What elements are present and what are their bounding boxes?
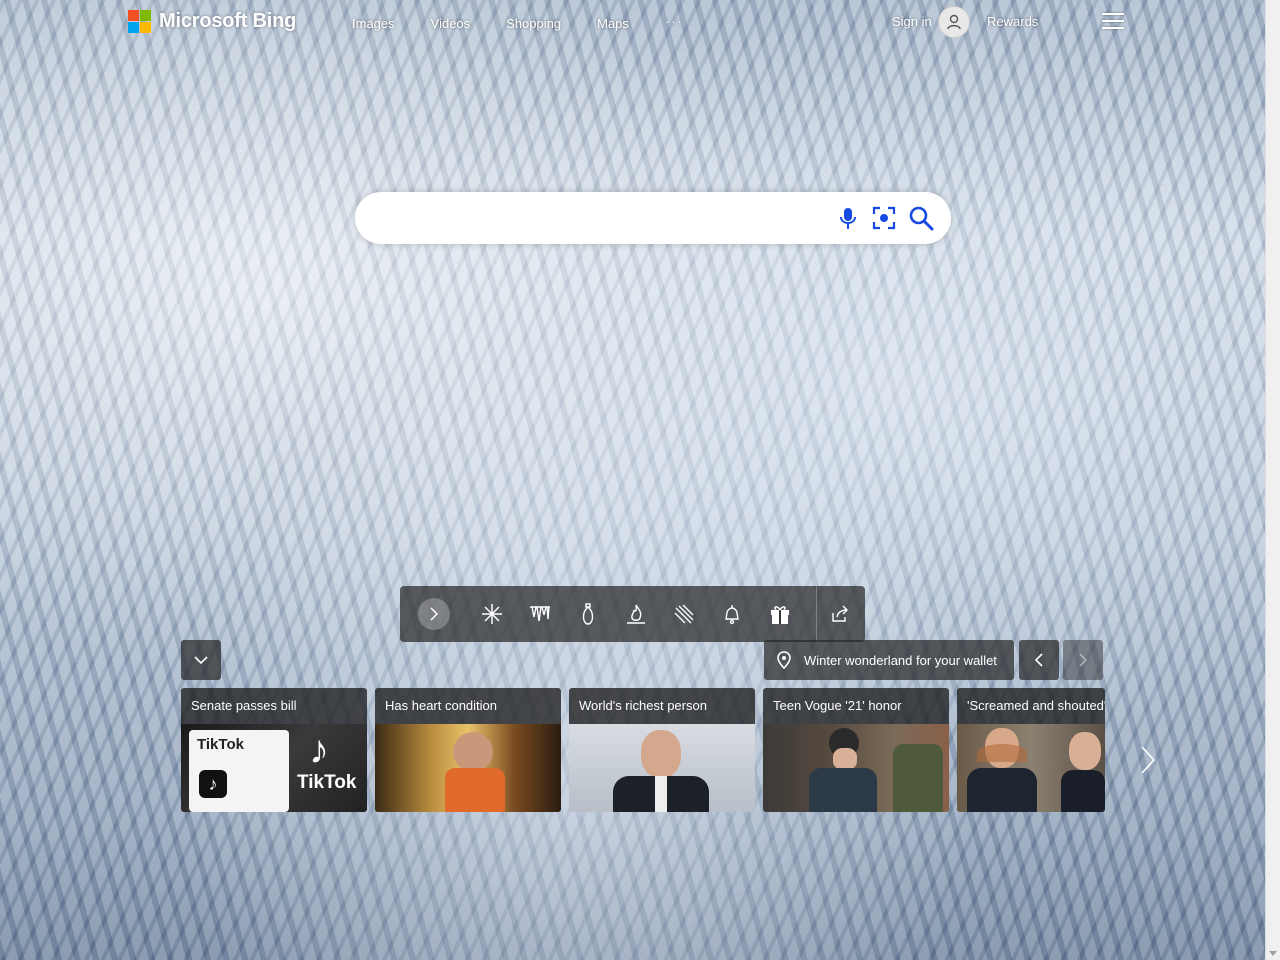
- news-card[interactable]: Has heart condition: [375, 688, 561, 812]
- avatar-icon[interactable]: [938, 6, 970, 38]
- icicles-icon[interactable]: [526, 600, 554, 628]
- image-toolbar: [400, 586, 865, 642]
- gift-icon[interactable]: [766, 600, 794, 628]
- previous-image-button[interactable]: [1019, 640, 1059, 680]
- search-input[interactable]: [375, 202, 825, 234]
- scroll-down-icon[interactable]: [1269, 951, 1277, 956]
- bing-logo[interactable]: Microsoft Bing: [128, 10, 296, 33]
- news-card-image: TikTok ♪ ♪ TikTok: [181, 724, 367, 812]
- visual-search-icon[interactable]: [871, 205, 897, 231]
- chevron-down-icon: [194, 656, 208, 665]
- nav-shopping[interactable]: Shopping: [506, 16, 561, 31]
- news-card-title: Teen Vogue '21' honor: [763, 688, 949, 724]
- snowflake-icon[interactable]: [478, 600, 506, 628]
- location-pin-icon: [777, 651, 791, 669]
- search-icon[interactable]: [908, 205, 934, 231]
- chevron-left-icon: [1034, 653, 1043, 667]
- nav-more[interactable]: ···: [665, 14, 684, 31]
- page-scrollbar[interactable]: [1265, 0, 1280, 960]
- location-text: Winter wonderland for your wallet: [804, 652, 997, 668]
- rewards-link[interactable]: Rewards: [987, 14, 1038, 29]
- news-card[interactable]: Teen Vogue '21' honor: [763, 688, 949, 812]
- search-box: [355, 192, 951, 244]
- news-card-image: [957, 724, 1105, 812]
- sign-in-link[interactable]: Sign in: [892, 14, 932, 29]
- news-next-icon[interactable]: [1138, 745, 1158, 775]
- news-strip: Senate passes bill TikTok ♪ ♪ TikTok Has…: [181, 688, 1105, 812]
- logo-text: Microsoft Bing: [159, 10, 297, 32]
- news-card-title: Senate passes bill: [181, 688, 367, 724]
- fire-icon[interactable]: [622, 600, 650, 628]
- header: Microsoft Bing Images Videos Shopping Ma…: [0, 0, 1265, 44]
- news-card-image: [375, 724, 561, 812]
- snowy-tree-icon[interactable]: [670, 600, 698, 628]
- news-card-title: Has heart condition: [375, 688, 561, 724]
- collapse-feed-button[interactable]: [181, 640, 221, 680]
- news-card[interactable]: Senate passes bill TikTok ♪ ♪ TikTok: [181, 688, 367, 812]
- share-icon[interactable]: [826, 600, 854, 628]
- top-nav: Images Videos Shopping Maps ···: [352, 14, 720, 31]
- microphone-icon[interactable]: [835, 205, 861, 231]
- news-card[interactable]: 'Screamed and shouted': [957, 688, 1105, 812]
- toolbar-divider: [816, 586, 817, 642]
- nav-videos[interactable]: Videos: [431, 16, 471, 31]
- chevron-right-icon[interactable]: [418, 598, 450, 630]
- image-location-info[interactable]: Winter wonderland for your wallet: [764, 640, 1014, 680]
- news-card-title: 'Screamed and shouted': [957, 688, 1105, 724]
- tiktok-logo-icon: ♪: [309, 728, 329, 772]
- chevron-right-icon: [1079, 653, 1088, 667]
- tiktok-note-icon: ♪: [199, 770, 227, 798]
- microsoft-logo-icon: [128, 10, 151, 33]
- news-card[interactable]: World's richest person: [569, 688, 755, 812]
- bell-icon[interactable]: [718, 600, 746, 628]
- tiktok-wordmark: TikTok: [297, 772, 357, 793]
- news-card-title: World's richest person: [569, 688, 755, 724]
- hamburger-menu-icon[interactable]: [1102, 13, 1124, 31]
- ornament-icon[interactable]: [574, 600, 602, 628]
- next-image-button[interactable]: [1063, 640, 1103, 680]
- news-card-image: [569, 724, 755, 812]
- nav-images[interactable]: Images: [352, 16, 395, 31]
- tiktok-logo-text: TikTok: [197, 736, 244, 753]
- news-card-image: [763, 724, 949, 812]
- nav-maps[interactable]: Maps: [597, 16, 629, 31]
